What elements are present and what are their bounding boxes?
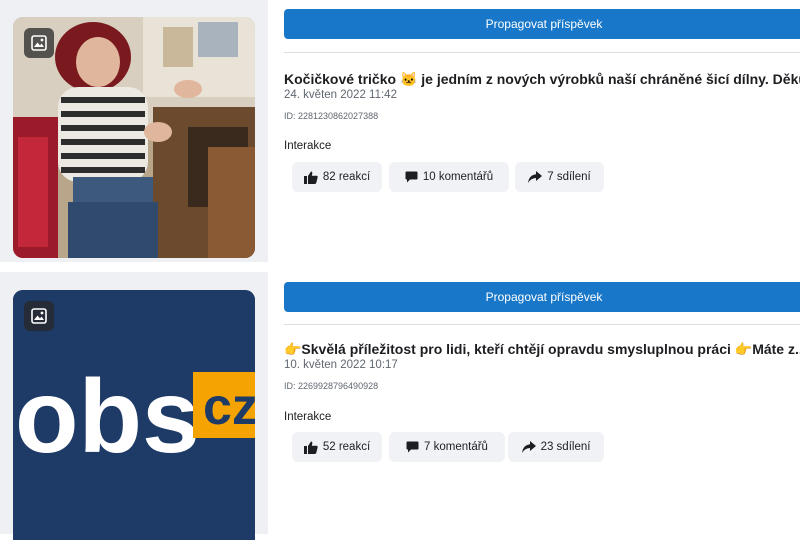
reactions-button[interactable]: 82 reakcí [292, 162, 382, 192]
share-arrow-icon [528, 171, 543, 183]
promote-post-button[interactable]: Propagovat příspěvek [284, 9, 800, 39]
reactions-count: 82 reakcí [322, 171, 371, 183]
post-card: Propagovat příspěvek Kočičkové tričko 🐱 … [0, 0, 800, 262]
comments-button[interactable]: 7 komentářů [389, 432, 505, 462]
post-thumbnail[interactable] [13, 17, 255, 258]
interactions-label: Interakce [284, 411, 332, 423]
divider [284, 52, 800, 53]
shares-count: 23 sdílení [540, 441, 591, 453]
post-thumbnail-area [0, 0, 268, 262]
post-title[interactable]: 👉Skvělá příležitost pro lidi, kteří chtě… [284, 341, 800, 358]
post-date: 24. květen 2022 11:42 [284, 89, 397, 101]
divider [284, 324, 800, 325]
thumbs-up-icon [303, 441, 318, 454]
shares-button[interactable]: 23 sdílení [508, 432, 604, 462]
post-id: ID: 2281230862027388 [284, 111, 379, 121]
photo-icon [24, 301, 54, 331]
post-id: ID: 2269928796490928 [284, 381, 379, 391]
promote-post-button[interactable]: Propagovat příspěvek [284, 282, 800, 312]
interactions-label: Interakce [284, 140, 332, 152]
thumbs-up-icon [303, 171, 318, 184]
shares-button[interactable]: 7 sdílení [515, 162, 604, 192]
comments-count: 7 komentářů [424, 441, 488, 453]
post-thumbnail[interactable]: obs cz [13, 290, 255, 540]
post-thumbnail-area: obs cz [0, 272, 268, 540]
comments-button[interactable]: 10 komentářů [389, 162, 509, 192]
post-date: 10. květen 2022 10:17 [284, 359, 398, 371]
comments-count: 10 komentářů [422, 171, 494, 183]
obs-logo-badge-text: cz [203, 378, 255, 436]
post-title[interactable]: Kočičkové tričko 🐱 je jedním z nových vý… [284, 71, 800, 88]
comment-icon [406, 441, 419, 453]
post-card: obs cz Propagovat příspěvek 👉Skvělá příl… [0, 272, 800, 540]
share-arrow-icon [521, 441, 536, 453]
reactions-count: 52 reakcí [322, 441, 371, 453]
reactions-button[interactable]: 52 reakcí [292, 432, 382, 462]
shares-count: 7 sdílení [547, 171, 591, 183]
obs-logo-text: obs [15, 359, 200, 475]
comment-icon [405, 171, 418, 183]
photo-icon [24, 28, 54, 58]
